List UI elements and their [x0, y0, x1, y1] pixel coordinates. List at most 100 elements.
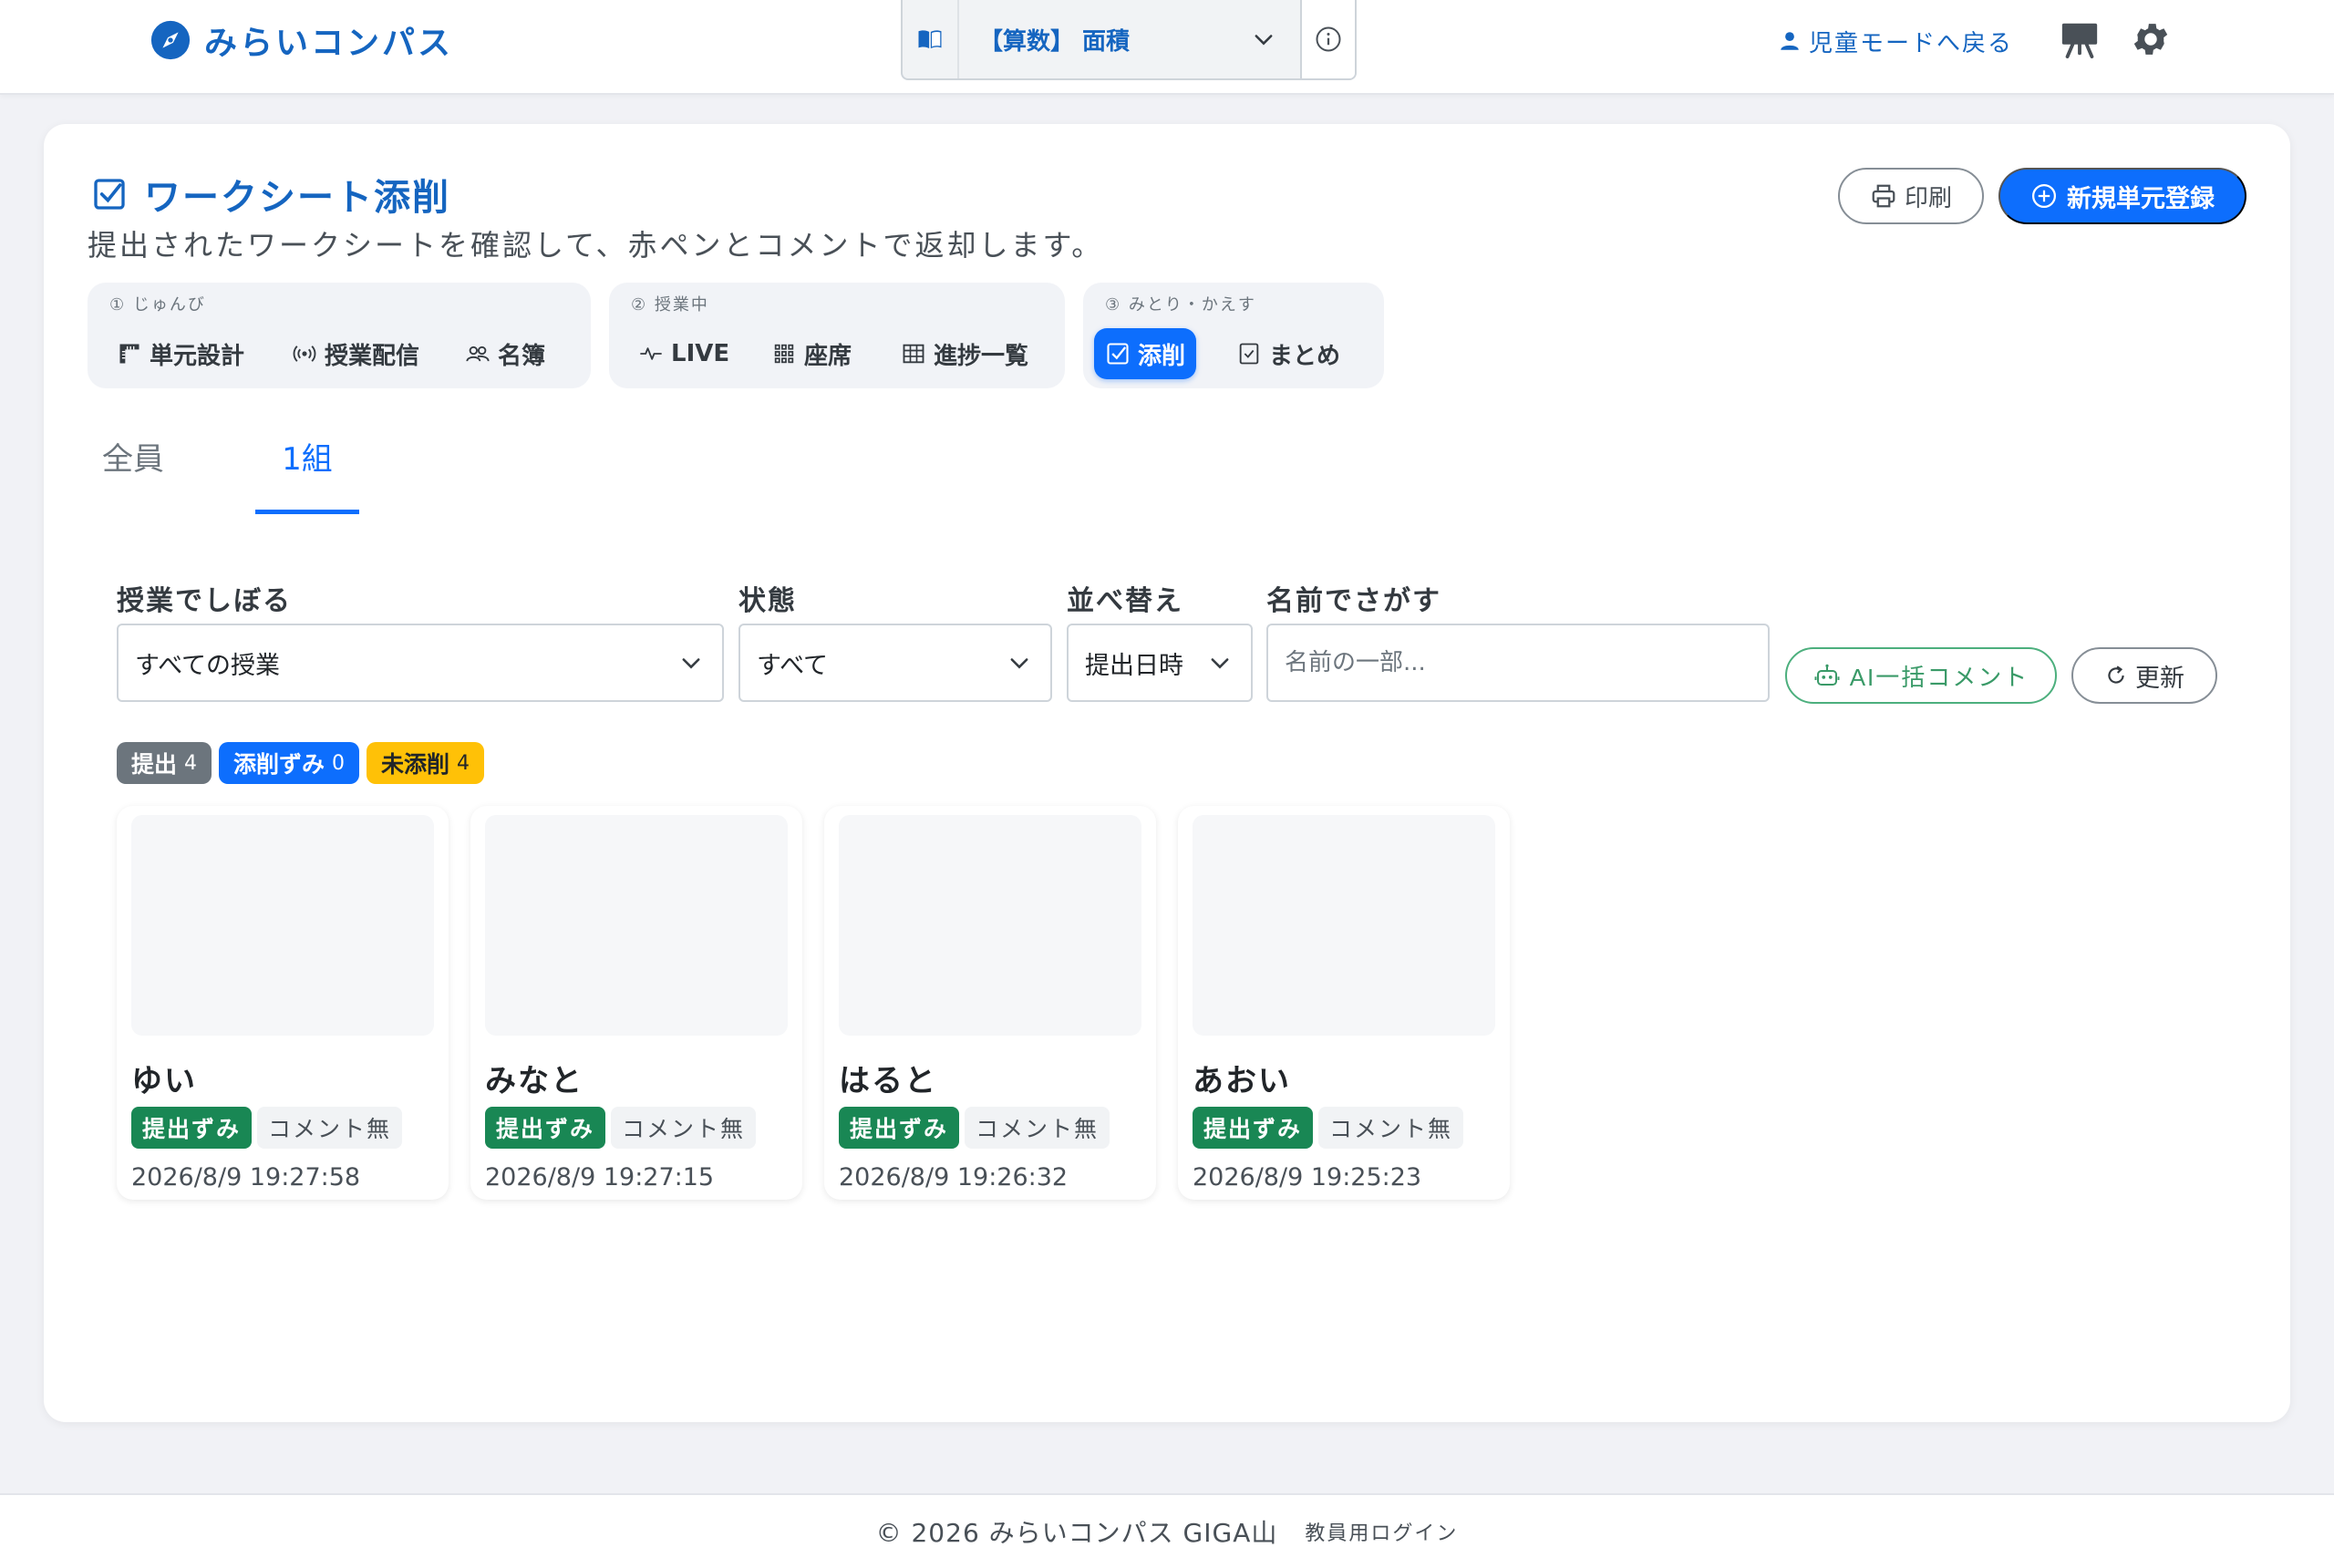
step-label: LIVE: [671, 340, 730, 367]
compass-icon: [150, 20, 191, 60]
student-name: あおい: [1193, 1063, 1291, 1099]
lesson-filter-select[interactable]: すべての授業: [117, 624, 724, 702]
step-caption: ② 授業中: [631, 295, 709, 315]
grid-icon: [774, 344, 794, 364]
page-subtitle: 提出されたワークシートを確認して、赤ペンとコメントで返却します。: [88, 228, 1104, 263]
step-unit-design[interactable]: 単元設計: [106, 328, 255, 379]
step-label: 単元設計: [150, 342, 245, 370]
new-unit-label: 新規単元登録: [2067, 184, 2215, 212]
lesson-filter-label: 授業でしぼる: [117, 585, 292, 617]
unit-select-label: 【算数】 面積: [979, 27, 1131, 56]
count-badges: 提出 4 添削ずみ 0 未添削 4: [117, 742, 485, 784]
step-summary[interactable]: まとめ: [1225, 328, 1351, 379]
unit-select[interactable]: 【算数】 面積: [901, 0, 1357, 80]
person-icon: [1781, 32, 1799, 50]
brand-name: みらいコンパス: [204, 25, 454, 62]
submitted-time: 2026/8/9 19:26:32: [839, 1163, 1069, 1191]
refresh-button[interactable]: 更新: [2071, 647, 2217, 704]
worksheet-card[interactable]: あおい 提出ずみ コメント無 2026/8/9 19:25:23: [1178, 806, 1510, 1200]
refresh-label: 更新: [2135, 664, 2184, 692]
print-label: 印刷: [1904, 183, 1952, 211]
chevron-down-icon: [1211, 658, 1229, 669]
print-button[interactable]: 印刷: [1838, 168, 1984, 224]
comment-badge: コメント無: [1318, 1107, 1464, 1149]
teacher-login-link[interactable]: 教員用ログイン: [1305, 1517, 1458, 1546]
comment-badge: コメント無: [611, 1107, 757, 1149]
step-label: 名簿: [498, 342, 546, 370]
ruler-icon: [119, 344, 139, 364]
broadcast-icon: [293, 346, 316, 362]
step-progress-list[interactable]: 進捗一覧: [890, 328, 1039, 379]
badge-label: 提出: [131, 751, 178, 778]
sort-label: 並べ替え: [1067, 585, 1183, 617]
worksheet-card[interactable]: はると 提出ずみ コメント無 2026/8/9 19:26:32: [824, 806, 1156, 1200]
worksheet-thumbnail[interactable]: [1193, 815, 1495, 1036]
pulse-icon: [640, 347, 662, 360]
top-bar: みらいコンパス 【算数】 面積 児童モードへ戻る: [0, 0, 2334, 95]
step-label: 授業配信: [325, 342, 420, 370]
status-badge: 提出ずみ: [131, 1107, 253, 1149]
checkbox-checked-icon: [1107, 343, 1129, 365]
status-filter-select[interactable]: すべて: [738, 624, 1052, 702]
worksheet-thumbnail[interactable]: [131, 815, 434, 1036]
child-mode-label: 児童モードへ戻る: [1809, 29, 2014, 57]
comment-badge: コメント無: [257, 1107, 403, 1149]
badge-count: 4: [457, 751, 470, 775]
new-unit-button[interactable]: 新規単元登録: [1998, 168, 2246, 224]
step-group-review: ③ みとり・かえす 添削 まとめ: [1083, 283, 1384, 388]
step-group-in-class: ② 授業中 LIVE 座席 進捗一覧: [609, 283, 1065, 388]
worksheet-card[interactable]: みなと 提出ずみ コメント無 2026/8/9 19:27:15: [470, 806, 802, 1200]
badge-label: 添削ずみ: [233, 751, 325, 778]
status-badge: 提出ずみ: [1193, 1107, 1314, 1149]
status-filter-label: 状態: [738, 585, 797, 617]
footer: © 2026 みらいコンパス GIGA山 教員用ログイン: [0, 1493, 2334, 1568]
chevron-down-icon: [682, 658, 700, 669]
ai-bulk-comment-label: AI一括コメント: [1849, 663, 2029, 691]
people-icon: [466, 346, 490, 362]
worksheet-card[interactable]: ゆい 提出ずみ コメント無 2026/8/9 19:27:58: [117, 806, 449, 1200]
tab-class-1[interactable]: 1組: [255, 423, 359, 514]
step-label: まとめ: [1269, 342, 1341, 370]
step-seating[interactable]: 座席: [760, 328, 862, 379]
brand-logo[interactable]: みらいコンパス: [150, 16, 453, 64]
sort-value: 提出日時: [1085, 651, 1183, 680]
badge-count: 4: [184, 751, 198, 775]
worksheet-thumbnail[interactable]: [485, 815, 788, 1036]
gear-icon: [2133, 24, 2168, 55]
step-roster[interactable]: 名簿: [454, 328, 556, 379]
name-search-input[interactable]: [1266, 624, 1770, 702]
projector-button[interactable]: [2059, 18, 2101, 60]
comment-badge: コメント無: [965, 1107, 1110, 1149]
step-label: 添削: [1138, 342, 1186, 370]
checklist-icon: [1239, 343, 1259, 365]
lesson-filter-value: すべての授業: [135, 651, 281, 680]
settings-button[interactable]: [2130, 18, 2172, 60]
worksheet-thumbnail[interactable]: [839, 815, 1141, 1036]
table-icon: [903, 344, 924, 364]
status-badge: 提出ずみ: [485, 1107, 606, 1149]
step-correction[interactable]: 添削: [1094, 328, 1197, 379]
step-live[interactable]: LIVE: [627, 328, 740, 379]
unit-select-value[interactable]: 【算数】 面積: [959, 0, 1300, 78]
robot-icon: [1814, 664, 1840, 686]
submitted-time: 2026/8/9 19:27:58: [131, 1163, 361, 1191]
badge-label: 未添削: [381, 751, 450, 778]
tab-all[interactable]: 全員: [88, 423, 179, 514]
step-label: 座席: [804, 342, 852, 370]
badge-count: 0: [332, 751, 346, 775]
student-name: みなと: [485, 1063, 584, 1099]
step-lesson-delivery[interactable]: 授業配信: [281, 328, 430, 379]
sort-select[interactable]: 提出日時: [1067, 624, 1253, 702]
worksheet-review-card: ワークシート添削 提出されたワークシートを確認して、赤ペンとコメントで返却します…: [44, 124, 2290, 1422]
chevron-down-icon: [1255, 35, 1273, 46]
refresh-icon: [2108, 665, 2124, 684]
submitted-count-badge: 提出 4: [117, 742, 212, 784]
projector-screen-icon: [2061, 23, 2098, 59]
ai-bulk-comment-button[interactable]: AI一括コメント: [1785, 647, 2057, 704]
step-group-prepare: ① じゅんび 単元設計 授業配信 名簿: [88, 283, 591, 388]
page-title: ワークシート添削: [91, 168, 450, 221]
child-mode-link[interactable]: 児童モードへ戻る: [1778, 22, 2013, 60]
submitted-time: 2026/8/9 19:25:23: [1193, 1163, 1422, 1191]
info-button[interactable]: [1300, 0, 1355, 78]
info-icon: [1316, 26, 1341, 52]
